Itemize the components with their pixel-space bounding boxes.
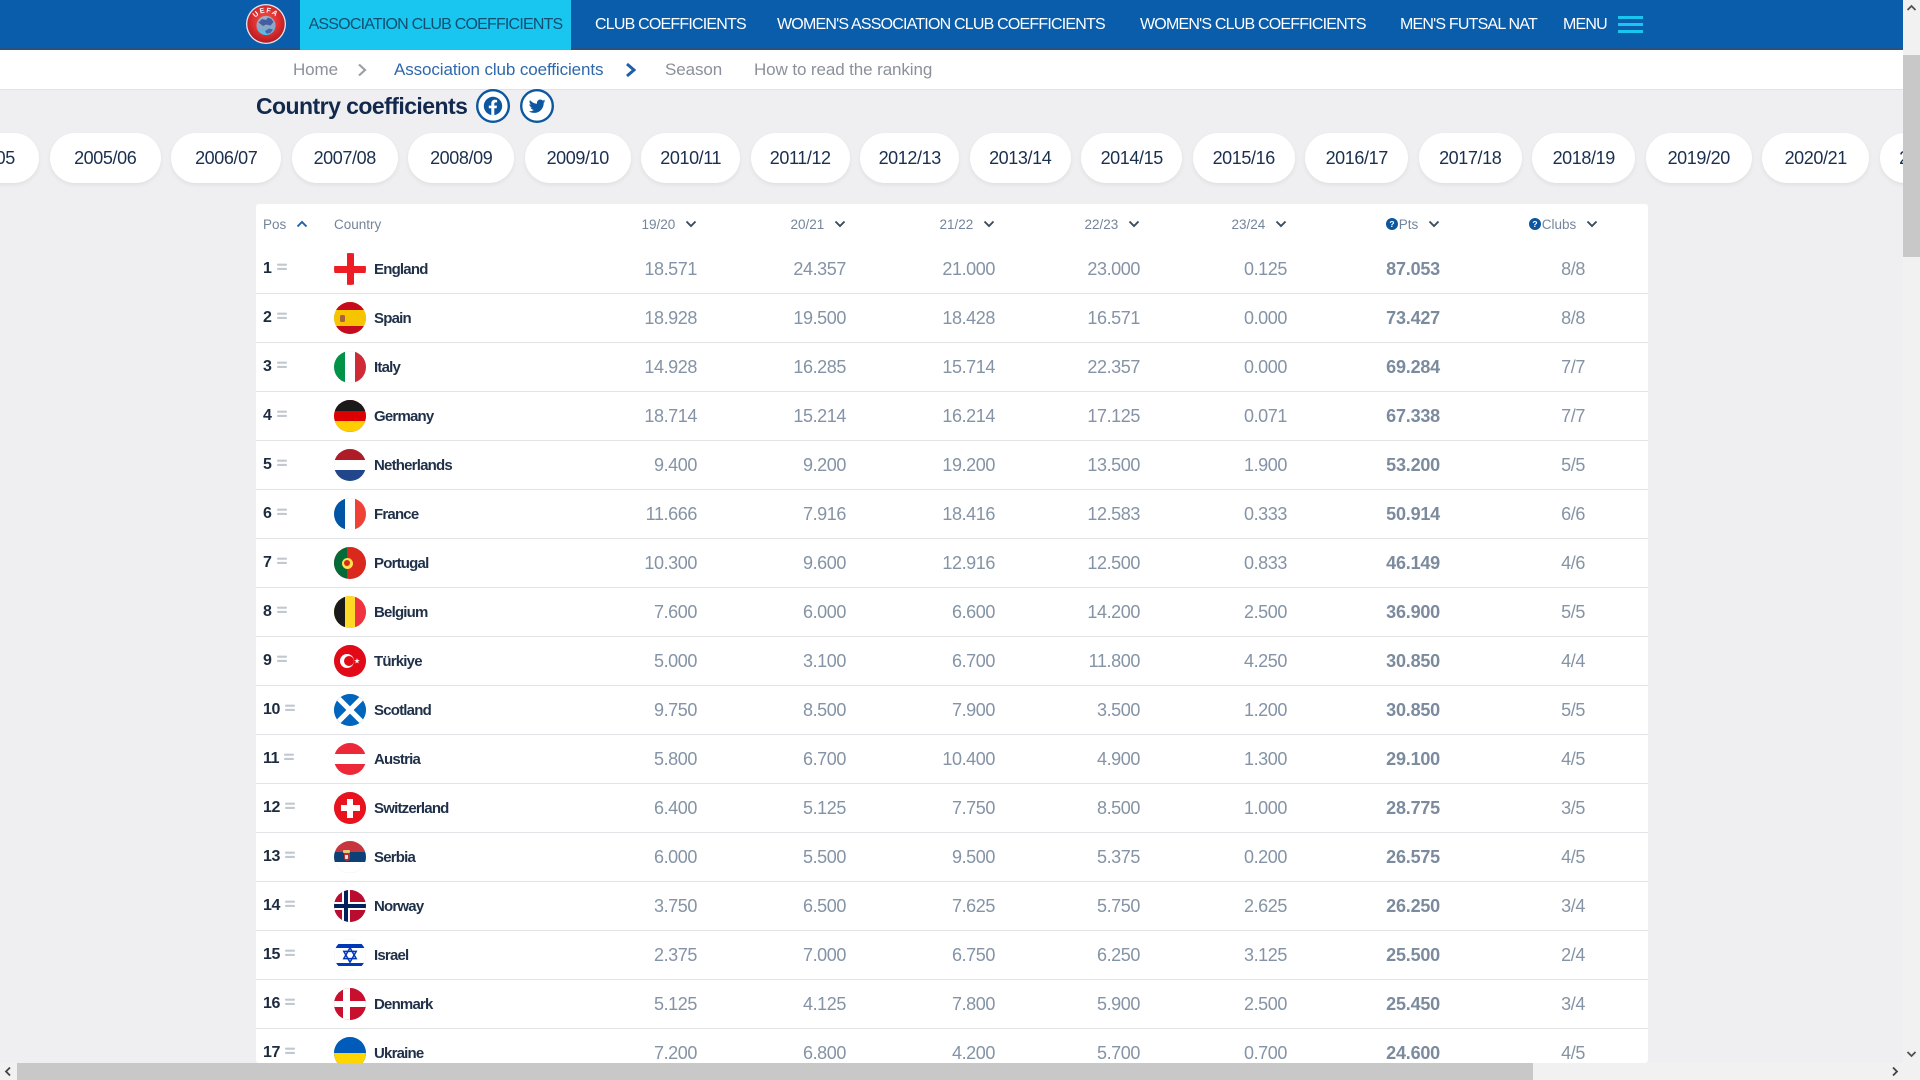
svg-text:?: ? [1389, 219, 1394, 229]
svg-text:?: ? [1532, 219, 1537, 229]
